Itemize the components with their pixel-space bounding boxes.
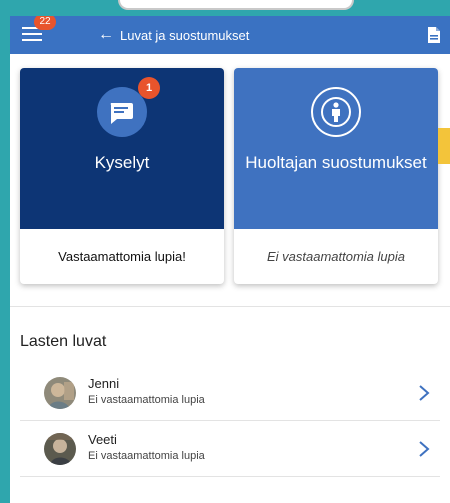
card-header: 1 Kyselyt <box>20 68 224 229</box>
top-tab-stub <box>118 0 354 10</box>
page-title: Luvat ja suostumukset <box>120 27 250 43</box>
card-status: Vastaamattomia lupia! <box>58 249 186 264</box>
back-arrow-icon: ← <box>98 26 114 43</box>
card-title: Kyselyt <box>94 153 150 172</box>
document-icon[interactable] <box>426 26 442 44</box>
divider <box>10 306 450 307</box>
card-kyselyt[interactable]: 1 Kyselyt Vastaamattomia lupia! <box>20 68 224 284</box>
side-tab[interactable] <box>438 128 450 164</box>
list-item-child[interactable]: Jenni Ei vastaamattomia lupia <box>20 367 440 421</box>
child-name: Jenni <box>88 376 120 391</box>
unanswered-count-badge: 1 <box>138 77 160 99</box>
card-title: Huoltajan suostumukset <box>245 153 427 172</box>
child-status: Ei vastaamattomia lupia <box>88 394 205 406</box>
app-background: 22 ← Luvat ja suostumukset 1 Kyselyt Vas… <box>0 0 450 503</box>
chat-icon <box>110 103 133 124</box>
card-huoltajan-suostumukset[interactable]: Huoltajan suostumukset Ei vastaamattomia… <box>234 68 438 284</box>
chevron-right-icon <box>419 385 430 401</box>
card-grid: 1 Kyselyt Vastaamattomia lupia! Huoltaja… <box>20 68 440 284</box>
chevron-right-icon <box>419 441 430 457</box>
person-info-icon <box>321 97 351 127</box>
back-button[interactable]: ← Luvat ja suostumukset <box>98 26 249 44</box>
child-name: Veeti <box>88 432 117 447</box>
card-status: Ei vastaamattomia lupia <box>266 249 405 264</box>
card-header: Huoltajan suostumukset <box>234 68 438 229</box>
list-item-child[interactable]: Veeti Ei vastaamattomia lupia <box>20 423 440 477</box>
section-title: Lasten luvat <box>20 333 107 350</box>
top-bar: 22 ← Luvat ja suostumukset <box>10 16 450 54</box>
avatar <box>44 433 76 465</box>
app-window: 22 ← Luvat ja suostumukset 1 Kyselyt Vas… <box>10 16 450 503</box>
notification-badge: 22 <box>34 16 56 30</box>
avatar <box>44 377 76 409</box>
person-info-icon-circle <box>311 87 361 137</box>
child-status: Ei vastaamattomia lupia <box>88 450 205 462</box>
